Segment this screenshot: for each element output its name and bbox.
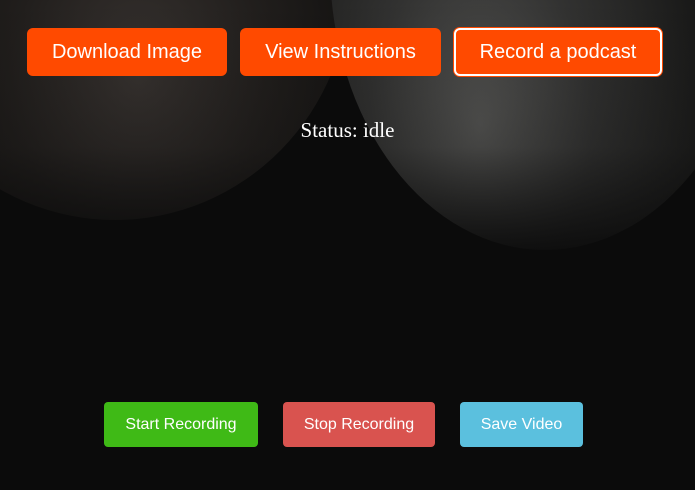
start-recording-button[interactable]: Start Recording (104, 402, 258, 447)
record-podcast-button[interactable]: Record a podcast (454, 28, 662, 76)
top-toolbar: Download Image View Instructions Record … (27, 28, 662, 76)
status-text: Status: idle (0, 118, 695, 143)
stop-recording-button[interactable]: Stop Recording (283, 402, 435, 447)
app-stage: Download Image View Instructions Record … (0, 0, 695, 490)
status-value: idle (362, 118, 395, 142)
save-video-button[interactable]: Save Video (460, 402, 583, 447)
status-label: Status: (300, 118, 358, 142)
download-image-button[interactable]: Download Image (27, 28, 227, 76)
recording-controls: Start Recording Stop Recording Save Vide… (104, 402, 583, 447)
view-instructions-button[interactable]: View Instructions (240, 28, 441, 76)
